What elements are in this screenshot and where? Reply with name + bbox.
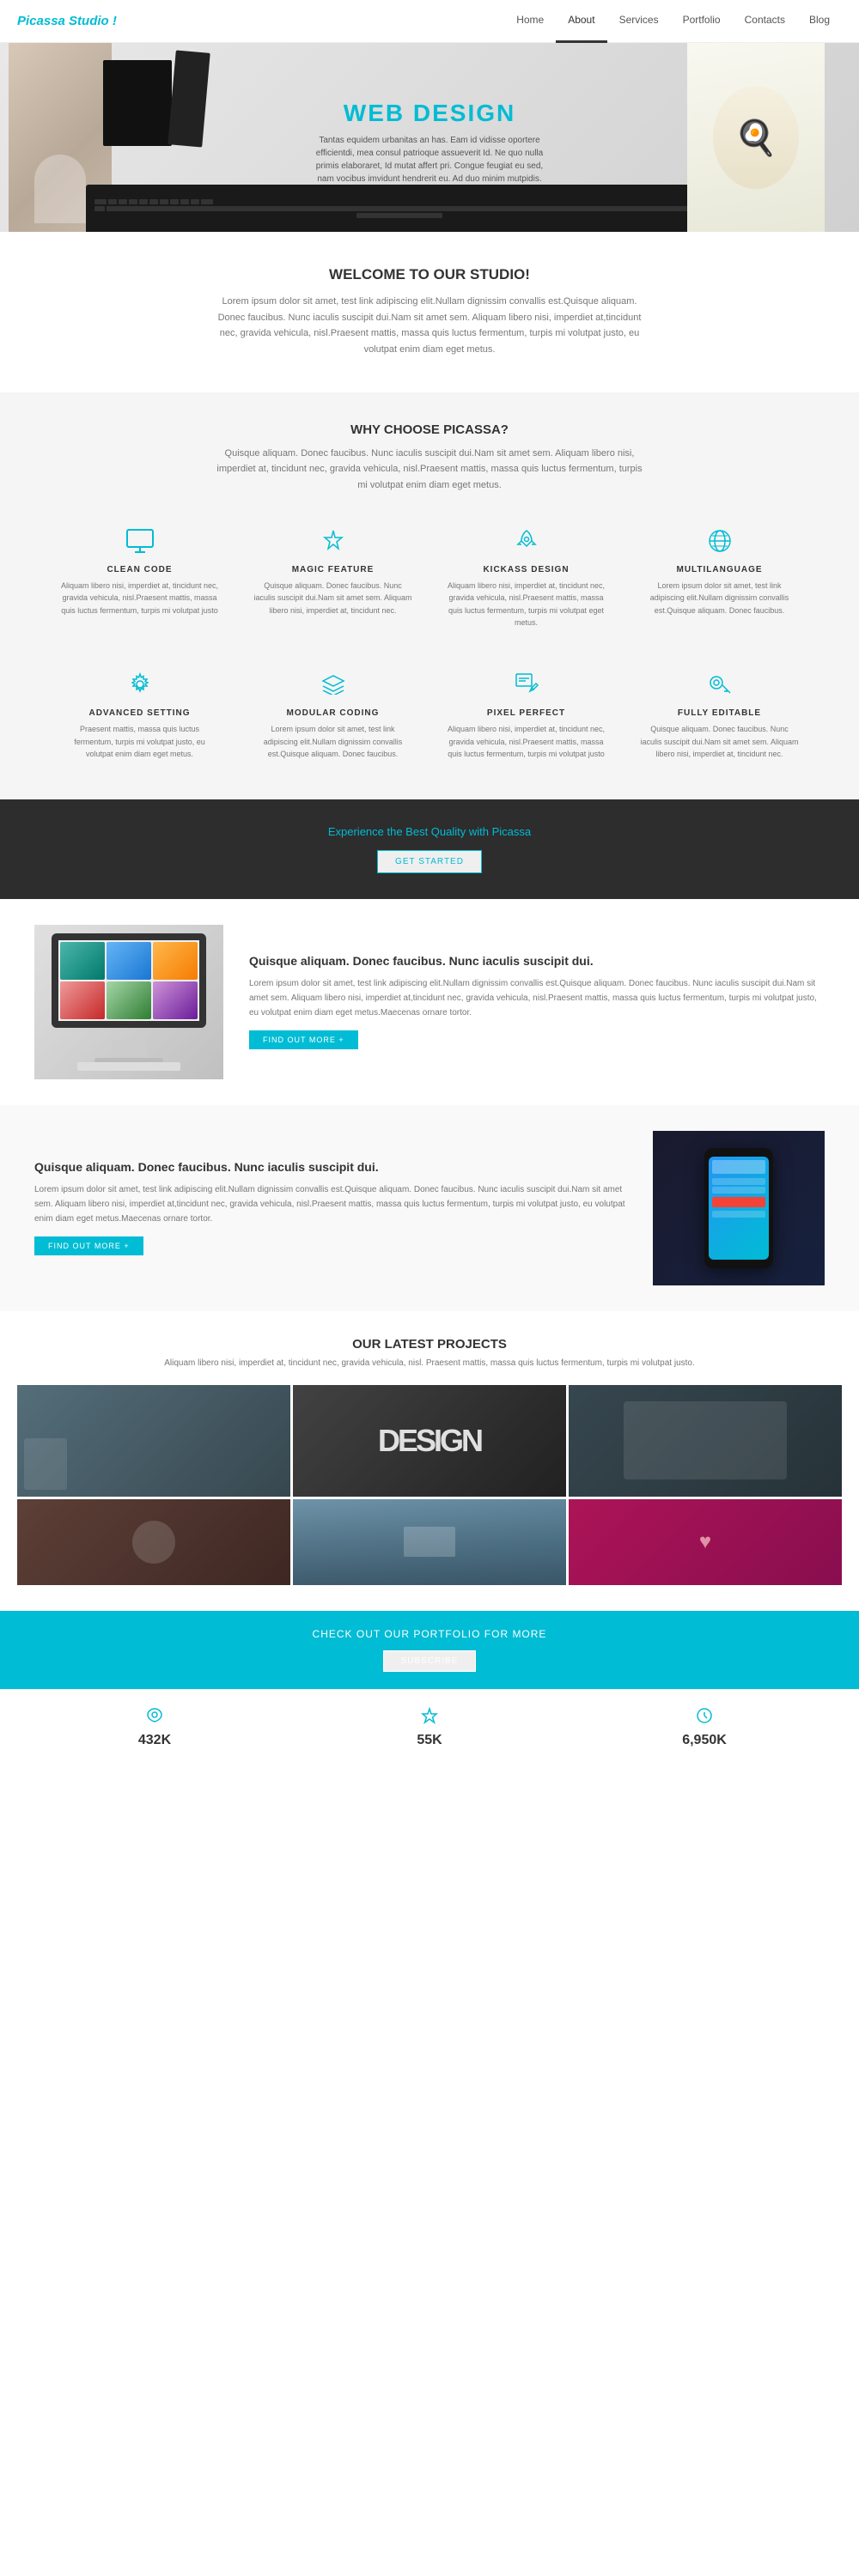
feature-1-title: CLEAN CODE: [60, 565, 219, 574]
portfolio-cta-banner: CHECK OUT OUR PORTFOLIO FOR MORE SUBSCRI…: [0, 1611, 859, 1689]
navbar: Picassa Studio ! Home About Services Por…: [0, 0, 859, 43]
project-item-1: [17, 1385, 290, 1497]
nav-services[interactable]: Services: [607, 0, 671, 43]
project-item-6: ♥: [569, 1499, 842, 1585]
feature-kickass: KICKASS DESIGN Aliquam libero nisi, impe…: [438, 515, 614, 638]
feature-8-desc: Quisque aliquam. Donec faucibus. Nunc ia…: [640, 723, 799, 760]
feature-6-title: MODULAR CODING: [253, 708, 412, 718]
hero-text: WEB DESIGN Tantas equidem urbanitas an h…: [309, 100, 550, 185]
nav-home[interactable]: Home: [504, 0, 556, 43]
monitor-icon: [123, 524, 157, 558]
projects-section: OUR LATEST PROJECTS Aliquam libero nisi,…: [0, 1311, 859, 1611]
projects-title: OUR LATEST PROJECTS: [17, 1337, 842, 1352]
get-started-button[interactable]: GET STARTED: [377, 850, 482, 873]
feature-multilang: MULTILANGUAGE Lorem ipsum dolor sit amet…: [631, 515, 807, 638]
features-grid-1: CLEAN CODE Aliquam libero nisi, imperdie…: [52, 515, 807, 638]
stats-bar: 432K 55K 6,950K: [0, 1689, 859, 1765]
projects-grid: DESIGN ♥: [17, 1385, 842, 1585]
feature-pixel: PIXEL PERFECT Aliquam libero nisi, imper…: [438, 659, 614, 769]
stat-1-number: 432K: [17, 1733, 292, 1748]
showcase-2-title: Quisque aliquam. Donec faucibus. Nunc ia…: [34, 1160, 627, 1174]
portfolio-cta-text: CHECK OUT OUR PORTFOLIO FOR MORE: [17, 1628, 842, 1640]
project-item-5: [293, 1499, 566, 1585]
subscribe-button[interactable]: SUBSCRIBE: [383, 1650, 477, 1672]
banner-text: Experience the Best Quality with Picassa: [17, 825, 842, 838]
showcase-2-button[interactable]: FIND OUT MORE +: [34, 1236, 143, 1255]
showcase-1-button[interactable]: FIND OUT MORE +: [249, 1030, 358, 1049]
feature-advanced: ADVANCED SETTING Praesent mattis, massa …: [52, 659, 228, 769]
showcase-1-text: Quisque aliquam. Donec faucibus. Nunc ia…: [249, 954, 825, 1049]
nav-portfolio[interactable]: Portfolio: [671, 0, 733, 43]
feature-7-desc: Aliquam libero nisi, imperdiet at, tinci…: [447, 723, 606, 760]
showcase-2-text: Quisque aliquam. Donec faucibus. Nunc ia…: [34, 1160, 627, 1255]
project-item-2: DESIGN: [293, 1385, 566, 1497]
hero-description: Tantas equidem urbanitas an has. Eam id …: [309, 134, 550, 185]
nav-brand[interactable]: Picassa Studio !: [17, 14, 117, 28]
feature-6-desc: Lorem ipsum dolor sit amet, test link ad…: [253, 723, 412, 760]
feature-2-title: MAGIC FEATURE: [253, 565, 412, 574]
layers-icon: [316, 667, 350, 702]
star-icon: [316, 524, 350, 558]
stat-3: 6,950K: [567, 1707, 842, 1748]
hero-right-decor: 🍳: [687, 43, 825, 232]
why-title: WHY CHOOSE PICASSA?: [52, 422, 807, 437]
welcome-section: WELCOME TO OUR STUDIO! Lorem ipsum dolor…: [0, 232, 859, 392]
gear-icon: [123, 667, 157, 702]
stat-1: 432K: [17, 1707, 292, 1748]
globe-icon: [703, 524, 737, 558]
hero-section: 🍳 WEB DESIGN Tantas equidem urbanitas an…: [0, 43, 859, 232]
nav-contacts[interactable]: Contacts: [733, 0, 797, 43]
feature-editable: FULLY EDITABLE Quisque aliquam. Donec fa…: [631, 659, 807, 769]
stat-2-icon: [292, 1707, 567, 1729]
nav-links: Home About Services Portfolio Contacts B…: [504, 0, 842, 43]
showcase-1-section: Quisque aliquam. Donec faucibus. Nunc ia…: [0, 899, 859, 1105]
feature-3-desc: Aliquam libero nisi, imperdiet at, tinci…: [447, 580, 606, 629]
feature-8-title: FULLY EDITABLE: [640, 708, 799, 718]
projects-subtitle: Aliquam libero nisi, imperdiet at, tinci…: [17, 1358, 842, 1368]
welcome-title: WELCOME TO OUR STUDIO!: [69, 266, 790, 283]
stat-3-number: 6,950K: [567, 1733, 842, 1748]
feature-4-desc: Lorem ipsum dolor sit amet, test link ad…: [640, 580, 799, 617]
feature-4-title: MULTILANGUAGE: [640, 565, 799, 574]
showcase-2-desc: Lorem ipsum dolor sit amet, test link ad…: [34, 1182, 627, 1226]
feature-magic: MAGIC FEATURE Quisque aliquam. Donec fau…: [245, 515, 421, 638]
showcase-2-section: Quisque aliquam. Donec faucibus. Nunc ia…: [0, 1105, 859, 1311]
nav-about[interactable]: About: [556, 0, 606, 43]
stat-2: 55K: [292, 1707, 567, 1748]
feature-2-desc: Quisque aliquam. Donec faucibus. Nunc ia…: [253, 580, 412, 617]
feature-5-title: ADVANCED SETTING: [60, 708, 219, 718]
why-section: WHY CHOOSE PICASSA? Quisque aliquam. Don…: [0, 392, 859, 799]
features-grid-2: ADVANCED SETTING Praesent mattis, massa …: [52, 659, 807, 769]
feature-7-title: PIXEL PERFECT: [447, 708, 606, 718]
dark-cta-banner: Experience the Best Quality with Picassa…: [0, 799, 859, 899]
project-item-4: [17, 1499, 290, 1585]
feature-1-desc: Aliquam libero nisi, imperdiet at, tinci…: [60, 580, 219, 617]
feature-clean-code: CLEAN CODE Aliquam libero nisi, imperdie…: [52, 515, 228, 638]
showcase-2-image: [653, 1131, 825, 1285]
nav-blog[interactable]: Blog: [797, 0, 842, 43]
feature-5-desc: Praesent mattis, massa quis luctus ferme…: [60, 723, 219, 760]
key-icon: [703, 667, 737, 702]
project-item-3: [569, 1385, 842, 1497]
welcome-text: Lorem ipsum dolor sit amet, test link ad…: [215, 294, 644, 358]
showcase-1-image: [34, 925, 223, 1079]
feature-3-title: KICKASS DESIGN: [447, 565, 606, 574]
stat-1-icon: [17, 1707, 292, 1729]
showcase-1-title: Quisque aliquam. Donec faucibus. Nunc ia…: [249, 954, 825, 968]
edit-icon: [509, 667, 544, 702]
showcase-1-desc: Lorem ipsum dolor sit amet, test link ad…: [249, 976, 825, 1020]
hero-title: WEB DESIGN: [309, 100, 550, 127]
why-text: Quisque aliquam. Donec faucibus. Nunc ia…: [215, 446, 644, 494]
stat-2-number: 55K: [292, 1733, 567, 1748]
stat-3-icon: [567, 1707, 842, 1729]
feature-modular: MODULAR CODING Lorem ipsum dolor sit ame…: [245, 659, 421, 769]
rocket-icon: [509, 524, 544, 558]
